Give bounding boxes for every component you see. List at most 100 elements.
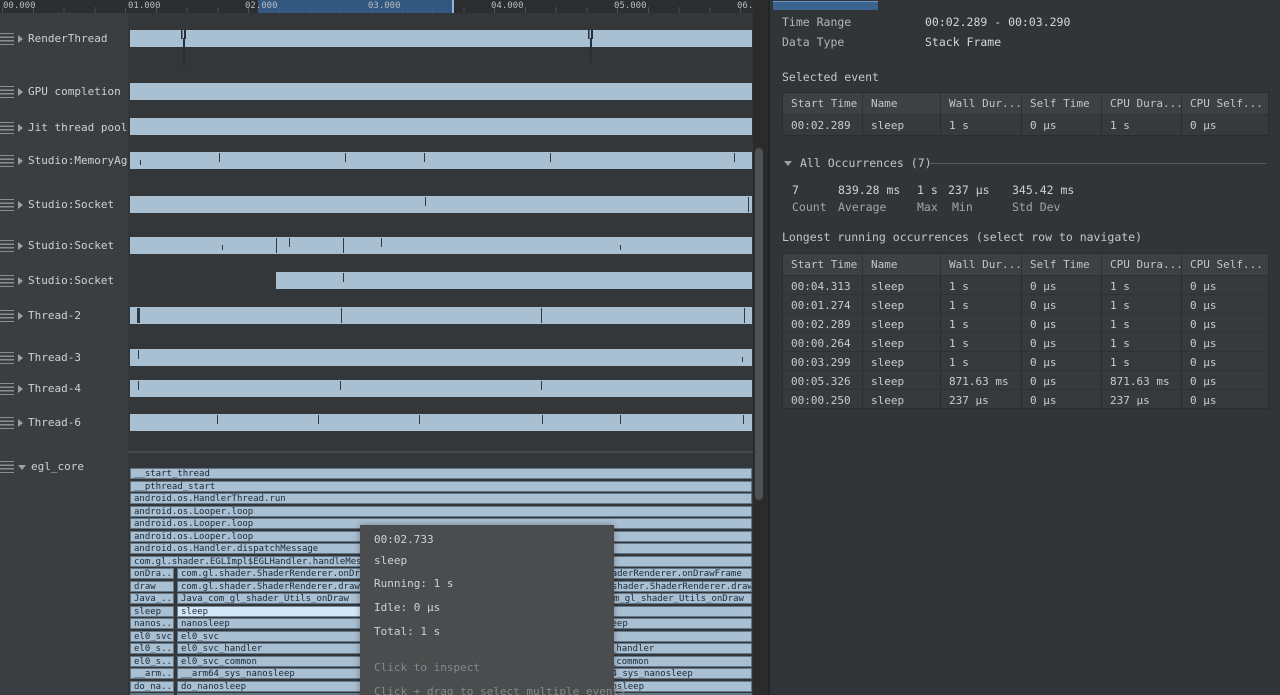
drag-handle-icon[interactable] xyxy=(0,382,14,395)
expand-arrow-icon[interactable] xyxy=(18,353,23,362)
table-row[interactable]: 00:02.289 sleep 1 s 0 µs 1 s 0 µs xyxy=(783,313,1268,332)
thread-row-renderthread[interactable]: RenderThread xyxy=(0,31,107,46)
event-tooltip: 00:02.733 sleep Running: 1 s Idle: 0 µs … xyxy=(360,525,626,695)
thread-track-bar[interactable] xyxy=(130,118,752,135)
stat-stddev-value: 345.42 ms xyxy=(1012,183,1075,197)
expand-arrow-icon[interactable] xyxy=(18,276,23,285)
column-header[interactable]: Start Time xyxy=(783,93,863,114)
column-header[interactable]: Wall Dur... xyxy=(941,254,1022,275)
thread-track-bar[interactable] xyxy=(130,30,752,47)
thread-row-studio-socket-3[interactable]: Studio:Socket xyxy=(0,273,114,288)
thread-row-studio-memoryag[interactable]: Studio:MemoryAg xyxy=(0,153,127,168)
column-header[interactable]: Self Time xyxy=(1022,93,1102,114)
table-row[interactable]: 00:05.326 sleep 871.63 ms 0 µs 871.63 ms… xyxy=(783,370,1268,389)
thread-row-thread-2[interactable]: Thread-2 xyxy=(0,308,81,323)
thread-row-studio-socket-2[interactable]: Studio:Socket xyxy=(0,238,114,253)
thread-track-bar[interactable] xyxy=(276,272,752,289)
flame-frame[interactable]: android.os.Looper.loop xyxy=(130,505,752,517)
all-occurrences-title[interactable]: All Occurrences (7) xyxy=(800,156,932,170)
thread-name: Thread-4 xyxy=(28,382,81,395)
column-header[interactable]: CPU Dura... xyxy=(1102,93,1182,114)
drag-handle-icon[interactable] xyxy=(0,309,14,322)
expand-arrow-icon[interactable] xyxy=(18,156,23,165)
flame-frame[interactable]: __arm... xyxy=(130,668,174,679)
flame-frame[interactable]: el0_s... xyxy=(130,655,174,667)
timeline-ruler[interactable]: 00.000 01.000 02.000 03.000 04.000 05.00… xyxy=(0,0,753,14)
thread-row-thread-6[interactable]: Thread-6 xyxy=(0,415,81,430)
cell-wall-duration: 1 s xyxy=(941,352,1022,370)
table-row[interactable]: 00:00.264 sleep 1 s 0 µs 1 s 0 µs xyxy=(783,332,1268,351)
expand-arrow-icon[interactable] xyxy=(18,241,23,250)
flame-frame[interactable]: onDra... xyxy=(130,568,174,579)
cell-start-time: 00:01.274 xyxy=(783,295,863,313)
collapse-arrow-icon[interactable] xyxy=(18,465,26,470)
expand-arrow-icon[interactable] xyxy=(18,123,23,132)
timeline-selection-range[interactable] xyxy=(258,0,454,13)
drag-handle-icon[interactable] xyxy=(0,460,14,473)
column-header[interactable]: Wall Dur... xyxy=(941,93,1022,114)
table-row[interactable]: 00:03.299 sleep 1 s 0 µs 1 s 0 µs xyxy=(783,351,1268,370)
thread-track-bar[interactable] xyxy=(130,307,752,324)
section-collapse-icon[interactable] xyxy=(784,161,792,166)
expand-arrow-icon[interactable] xyxy=(18,34,23,43)
cell-name: sleep xyxy=(863,371,941,389)
thread-track-bar[interactable] xyxy=(130,380,752,397)
flame-frame[interactable]: __start_thread xyxy=(130,468,752,479)
thread-track-bar[interactable] xyxy=(130,196,752,213)
drag-handle-icon[interactable] xyxy=(0,154,14,167)
thread-track-bar[interactable] xyxy=(130,349,752,366)
analysis-tab-indicator[interactable] xyxy=(773,1,878,10)
flame-frame[interactable]: sleep xyxy=(130,605,174,617)
drag-handle-icon[interactable] xyxy=(0,239,14,252)
flame-frame[interactable]: do_na... xyxy=(130,680,174,692)
drag-handle-icon[interactable] xyxy=(0,121,14,134)
drag-handle-icon[interactable] xyxy=(0,274,14,287)
thread-name: egl_core xyxy=(31,460,84,473)
thread-track-bar[interactable] xyxy=(130,237,752,254)
thread-row-thread-3[interactable]: Thread-3 xyxy=(0,350,81,365)
flame-frame[interactable]: nanos... xyxy=(130,618,174,629)
drag-handle-icon[interactable] xyxy=(0,85,14,98)
flame-frame[interactable]: __pthread_start xyxy=(130,480,752,492)
column-header[interactable]: Start Time xyxy=(783,254,863,275)
thread-track-bar[interactable] xyxy=(130,414,752,431)
expand-arrow-icon[interactable] xyxy=(18,200,23,209)
cell-wall-duration: 871.63 ms xyxy=(941,371,1022,389)
table-row[interactable]: 00:01.274 sleep 1 s 0 µs 1 s 0 µs xyxy=(783,294,1268,313)
table-row[interactable]: 00:02.289 sleep 1 s 0 µs 1 s 0 µs xyxy=(783,114,1268,135)
thread-track-bar[interactable] xyxy=(130,152,752,169)
column-header[interactable]: Name xyxy=(863,93,941,114)
flame-frame[interactable]: draw xyxy=(130,580,174,592)
expand-arrow-icon[interactable] xyxy=(18,418,23,427)
flame-frame[interactable]: el0_s... xyxy=(130,643,174,654)
expand-arrow-icon[interactable] xyxy=(18,87,23,96)
cell-name: sleep xyxy=(863,333,941,351)
thread-name: Studio:Socket xyxy=(28,239,115,252)
column-header[interactable]: Self Time xyxy=(1022,254,1102,275)
drag-handle-icon[interactable] xyxy=(0,351,14,364)
column-header[interactable]: CPU Self... xyxy=(1182,93,1268,114)
thread-track-bar[interactable] xyxy=(130,83,752,100)
thread-row-egl-core[interactable]: egl_core xyxy=(0,459,84,474)
table-row[interactable]: 00:04.313 sleep 1 s 0 µs 1 s 0 µs xyxy=(783,275,1268,294)
thread-row-gpu-completion[interactable]: GPU completion xyxy=(0,84,121,99)
expand-arrow-icon[interactable] xyxy=(18,311,23,320)
vertical-scrollbar-thumb[interactable] xyxy=(755,148,763,500)
table-row[interactable]: 00:00.250 sleep 237 µs 0 µs 237 µs 0 µs xyxy=(783,389,1268,408)
data-type-value: Stack Frame xyxy=(925,35,1002,49)
drag-handle-icon[interactable] xyxy=(0,32,14,45)
column-header[interactable]: Name xyxy=(863,254,941,275)
cell-cpu-duration: 1 s xyxy=(1102,352,1182,370)
column-header[interactable]: CPU Self... xyxy=(1182,254,1268,275)
drag-handle-icon[interactable] xyxy=(0,198,14,211)
selection-end-handle[interactable] xyxy=(452,0,454,13)
drag-handle-icon[interactable] xyxy=(0,416,14,429)
thread-row-studio-socket-1[interactable]: Studio:Socket xyxy=(0,197,114,212)
flame-frame[interactable]: el0_svc xyxy=(130,630,174,642)
flame-frame[interactable]: Java_... xyxy=(130,593,174,604)
thread-row-jit-thread-pool[interactable]: Jit thread pool xyxy=(0,120,127,135)
column-header[interactable]: CPU Dura... xyxy=(1102,254,1182,275)
flame-frame[interactable]: android.os.HandlerThread.run xyxy=(130,493,752,504)
expand-arrow-icon[interactable] xyxy=(18,384,23,393)
thread-row-thread-4[interactable]: Thread-4 xyxy=(0,381,81,396)
